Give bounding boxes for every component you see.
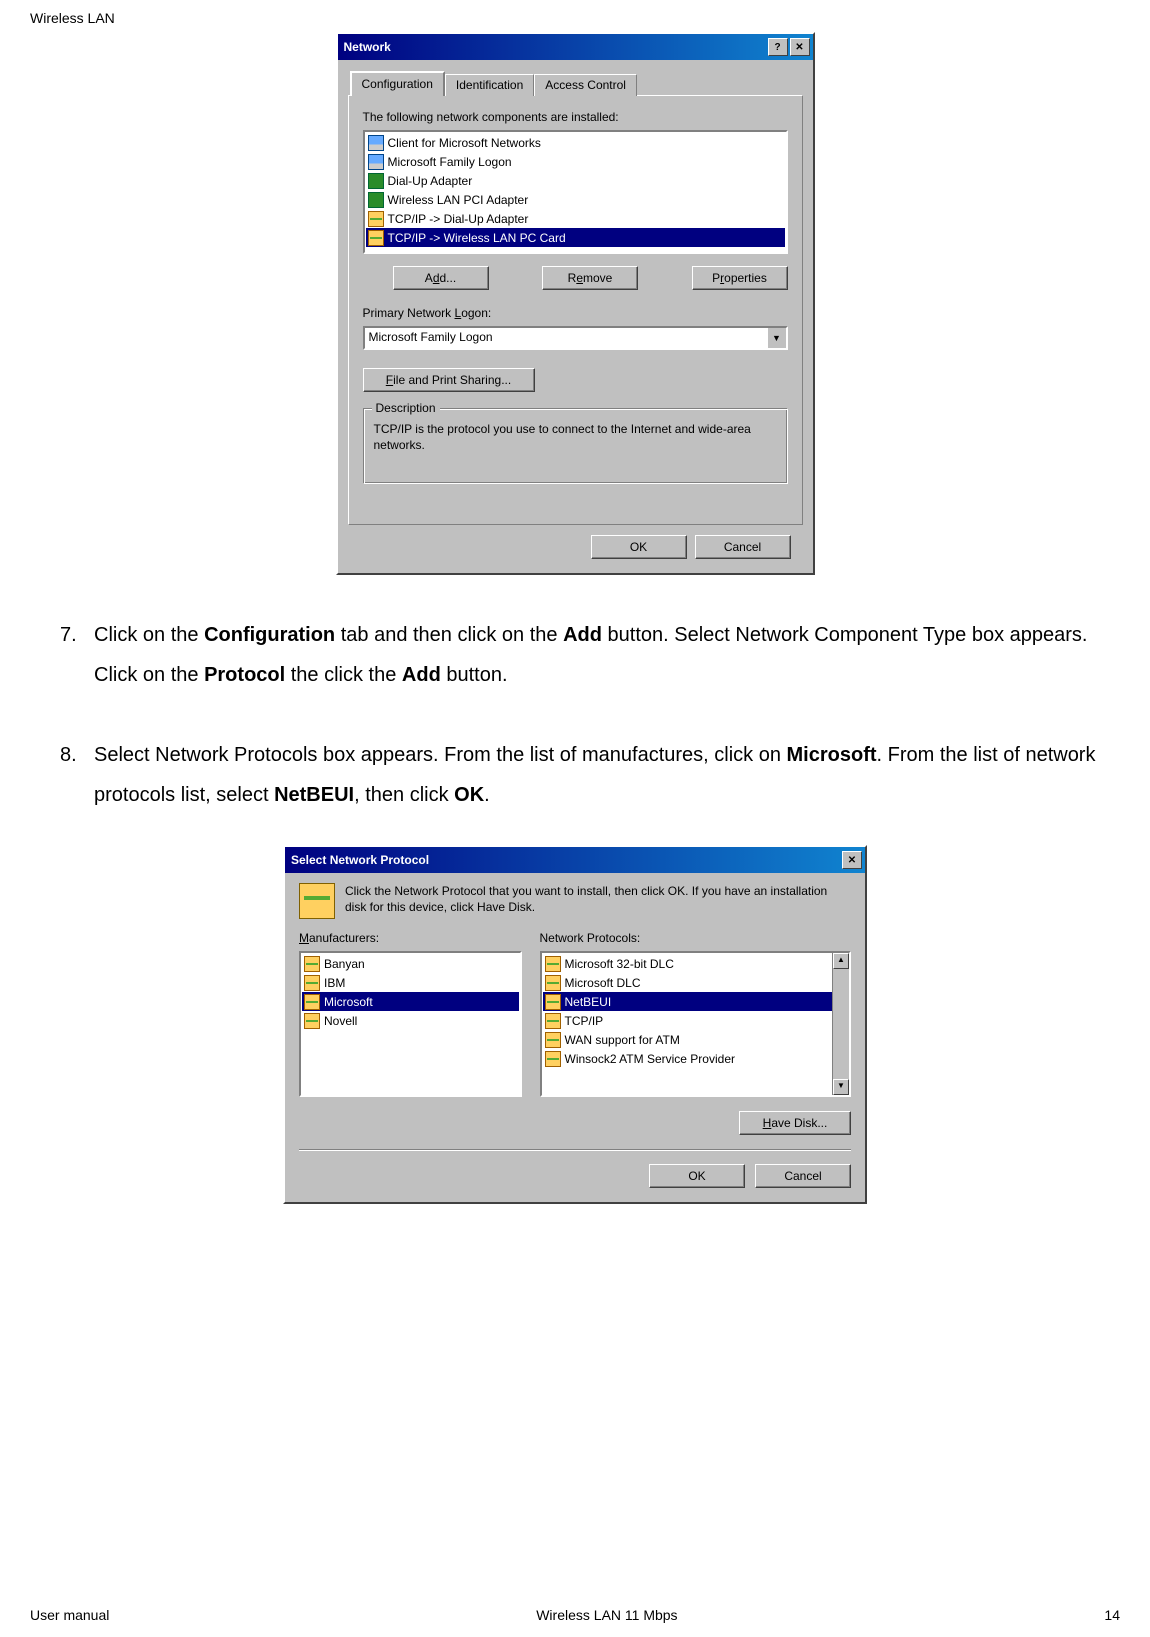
chevron-down-icon[interactable]: ▼ — [768, 326, 788, 350]
protocol-icon — [368, 211, 384, 227]
list-item[interactable]: Microsoft — [302, 992, 519, 1011]
description-title: Description — [372, 401, 440, 415]
network-dialog: Network ? ✕ Configuration Identification… — [336, 32, 815, 575]
primary-logon-value: Microsoft Family Logon — [363, 326, 768, 350]
primary-logon-label: Primary Network Logon: — [363, 306, 788, 320]
list-item[interactable]: Microsoft 32-bit DLC — [543, 954, 849, 973]
protocol-icon — [304, 975, 320, 991]
cancel-button[interactable]: Cancel — [755, 1164, 851, 1188]
list-item[interactable]: Novell — [302, 1011, 519, 1030]
tab-configuration[interactable]: Configuration — [350, 71, 445, 96]
step-7: 7. Click on the Configuration tab and th… — [60, 615, 1120, 695]
select-protocol-titlebar: Select Network Protocol ✕ — [285, 847, 865, 873]
adapter-icon — [368, 173, 384, 189]
client-icon — [368, 135, 384, 151]
protocol-icon — [545, 975, 561, 991]
protocol-icon — [304, 994, 320, 1010]
scrollbar[interactable]: ▲ ▼ — [832, 953, 849, 1095]
list-item[interactable]: TCP/IP -> Dial-Up Adapter — [366, 209, 785, 228]
instructions-text: Click the Network Protocol that you want… — [345, 883, 851, 915]
list-item[interactable]: Microsoft DLC — [543, 973, 849, 992]
network-titlebar: Network ? ✕ — [338, 34, 813, 60]
tab-access-control[interactable]: Access Control — [534, 74, 637, 96]
scroll-down-icon[interactable]: ▼ — [833, 1079, 849, 1095]
select-protocol-dialog: Select Network Protocol ✕ Click the Netw… — [283, 845, 867, 1204]
page-footer: User manual Wireless LAN 11 Mbps 14 — [30, 1607, 1120, 1623]
help-button[interactable]: ? — [768, 38, 788, 56]
footer-right: 14 — [1104, 1607, 1120, 1623]
close-button[interactable]: ✕ — [790, 38, 810, 56]
have-disk-button[interactable]: Have Disk... — [739, 1111, 851, 1135]
file-print-sharing-button[interactable]: File and Print Sharing... — [363, 368, 535, 392]
components-listbox[interactable]: Client for Microsoft Networks Microsoft … — [363, 130, 788, 254]
manufacturers-listbox[interactable]: Banyan IBM Microsoft — [299, 951, 522, 1097]
protocol-icon — [368, 230, 384, 246]
primary-logon-combo[interactable]: Microsoft Family Logon ▼ — [363, 326, 788, 350]
page-header: Wireless LAN — [30, 10, 1120, 26]
protocol-icon — [545, 1051, 561, 1067]
tab-identification[interactable]: Identification — [445, 74, 534, 96]
protocol-icon — [299, 883, 335, 919]
list-item[interactable]: Banyan — [302, 954, 519, 973]
cancel-button[interactable]: Cancel — [695, 535, 791, 559]
step-8: 8. Select Network Protocols box appears.… — [60, 735, 1120, 815]
add-button[interactable]: Add... — [393, 266, 489, 290]
footer-center: Wireless LAN 11 Mbps — [536, 1607, 677, 1623]
protocols-label: Network Protocols: — [540, 931, 852, 945]
network-title: Network — [344, 40, 391, 54]
list-item[interactable]: WAN support for ATM — [543, 1030, 849, 1049]
installed-label: The following network components are ins… — [363, 110, 788, 124]
description-text: TCP/IP is the protocol you use to connec… — [374, 421, 777, 453]
list-item[interactable]: Winsock2 ATM Service Provider — [543, 1049, 849, 1068]
protocol-icon — [304, 1013, 320, 1029]
list-item[interactable]: IBM — [302, 973, 519, 992]
scroll-up-icon[interactable]: ▲ — [833, 953, 849, 969]
list-item[interactable]: NetBEUI — [543, 992, 849, 1011]
remove-button[interactable]: Remove — [542, 266, 638, 290]
properties-button[interactable]: Properties — [692, 266, 788, 290]
protocol-icon — [545, 994, 561, 1010]
protocol-icon — [545, 1032, 561, 1048]
protocol-icon — [304, 956, 320, 972]
protocols-listbox[interactable]: Microsoft 32-bit DLC Microsoft DLC NetBE… — [540, 951, 852, 1097]
ok-button[interactable]: OK — [649, 1164, 745, 1188]
close-button[interactable]: ✕ — [842, 851, 862, 869]
list-item[interactable]: TCP/IP -> Wireless LAN PC Card — [366, 228, 785, 247]
client-icon — [368, 154, 384, 170]
list-item[interactable]: Microsoft Family Logon — [366, 152, 785, 171]
list-item[interactable]: Client for Microsoft Networks — [366, 133, 785, 152]
manufacturers-label: Manufacturers: — [299, 931, 522, 945]
adapter-icon — [368, 192, 384, 208]
protocol-icon — [545, 956, 561, 972]
list-item[interactable]: TCP/IP — [543, 1011, 849, 1030]
list-item[interactable]: Dial-Up Adapter — [366, 171, 785, 190]
list-item[interactable]: Wireless LAN PCI Adapter — [366, 190, 785, 209]
protocol-icon — [545, 1013, 561, 1029]
select-protocol-title: Select Network Protocol — [291, 853, 429, 867]
tab-panel: The following network components are ins… — [348, 95, 803, 525]
ok-button[interactable]: OK — [591, 535, 687, 559]
footer-left: User manual — [30, 1607, 109, 1623]
description-groupbox: Description TCP/IP is the protocol you u… — [363, 408, 788, 484]
